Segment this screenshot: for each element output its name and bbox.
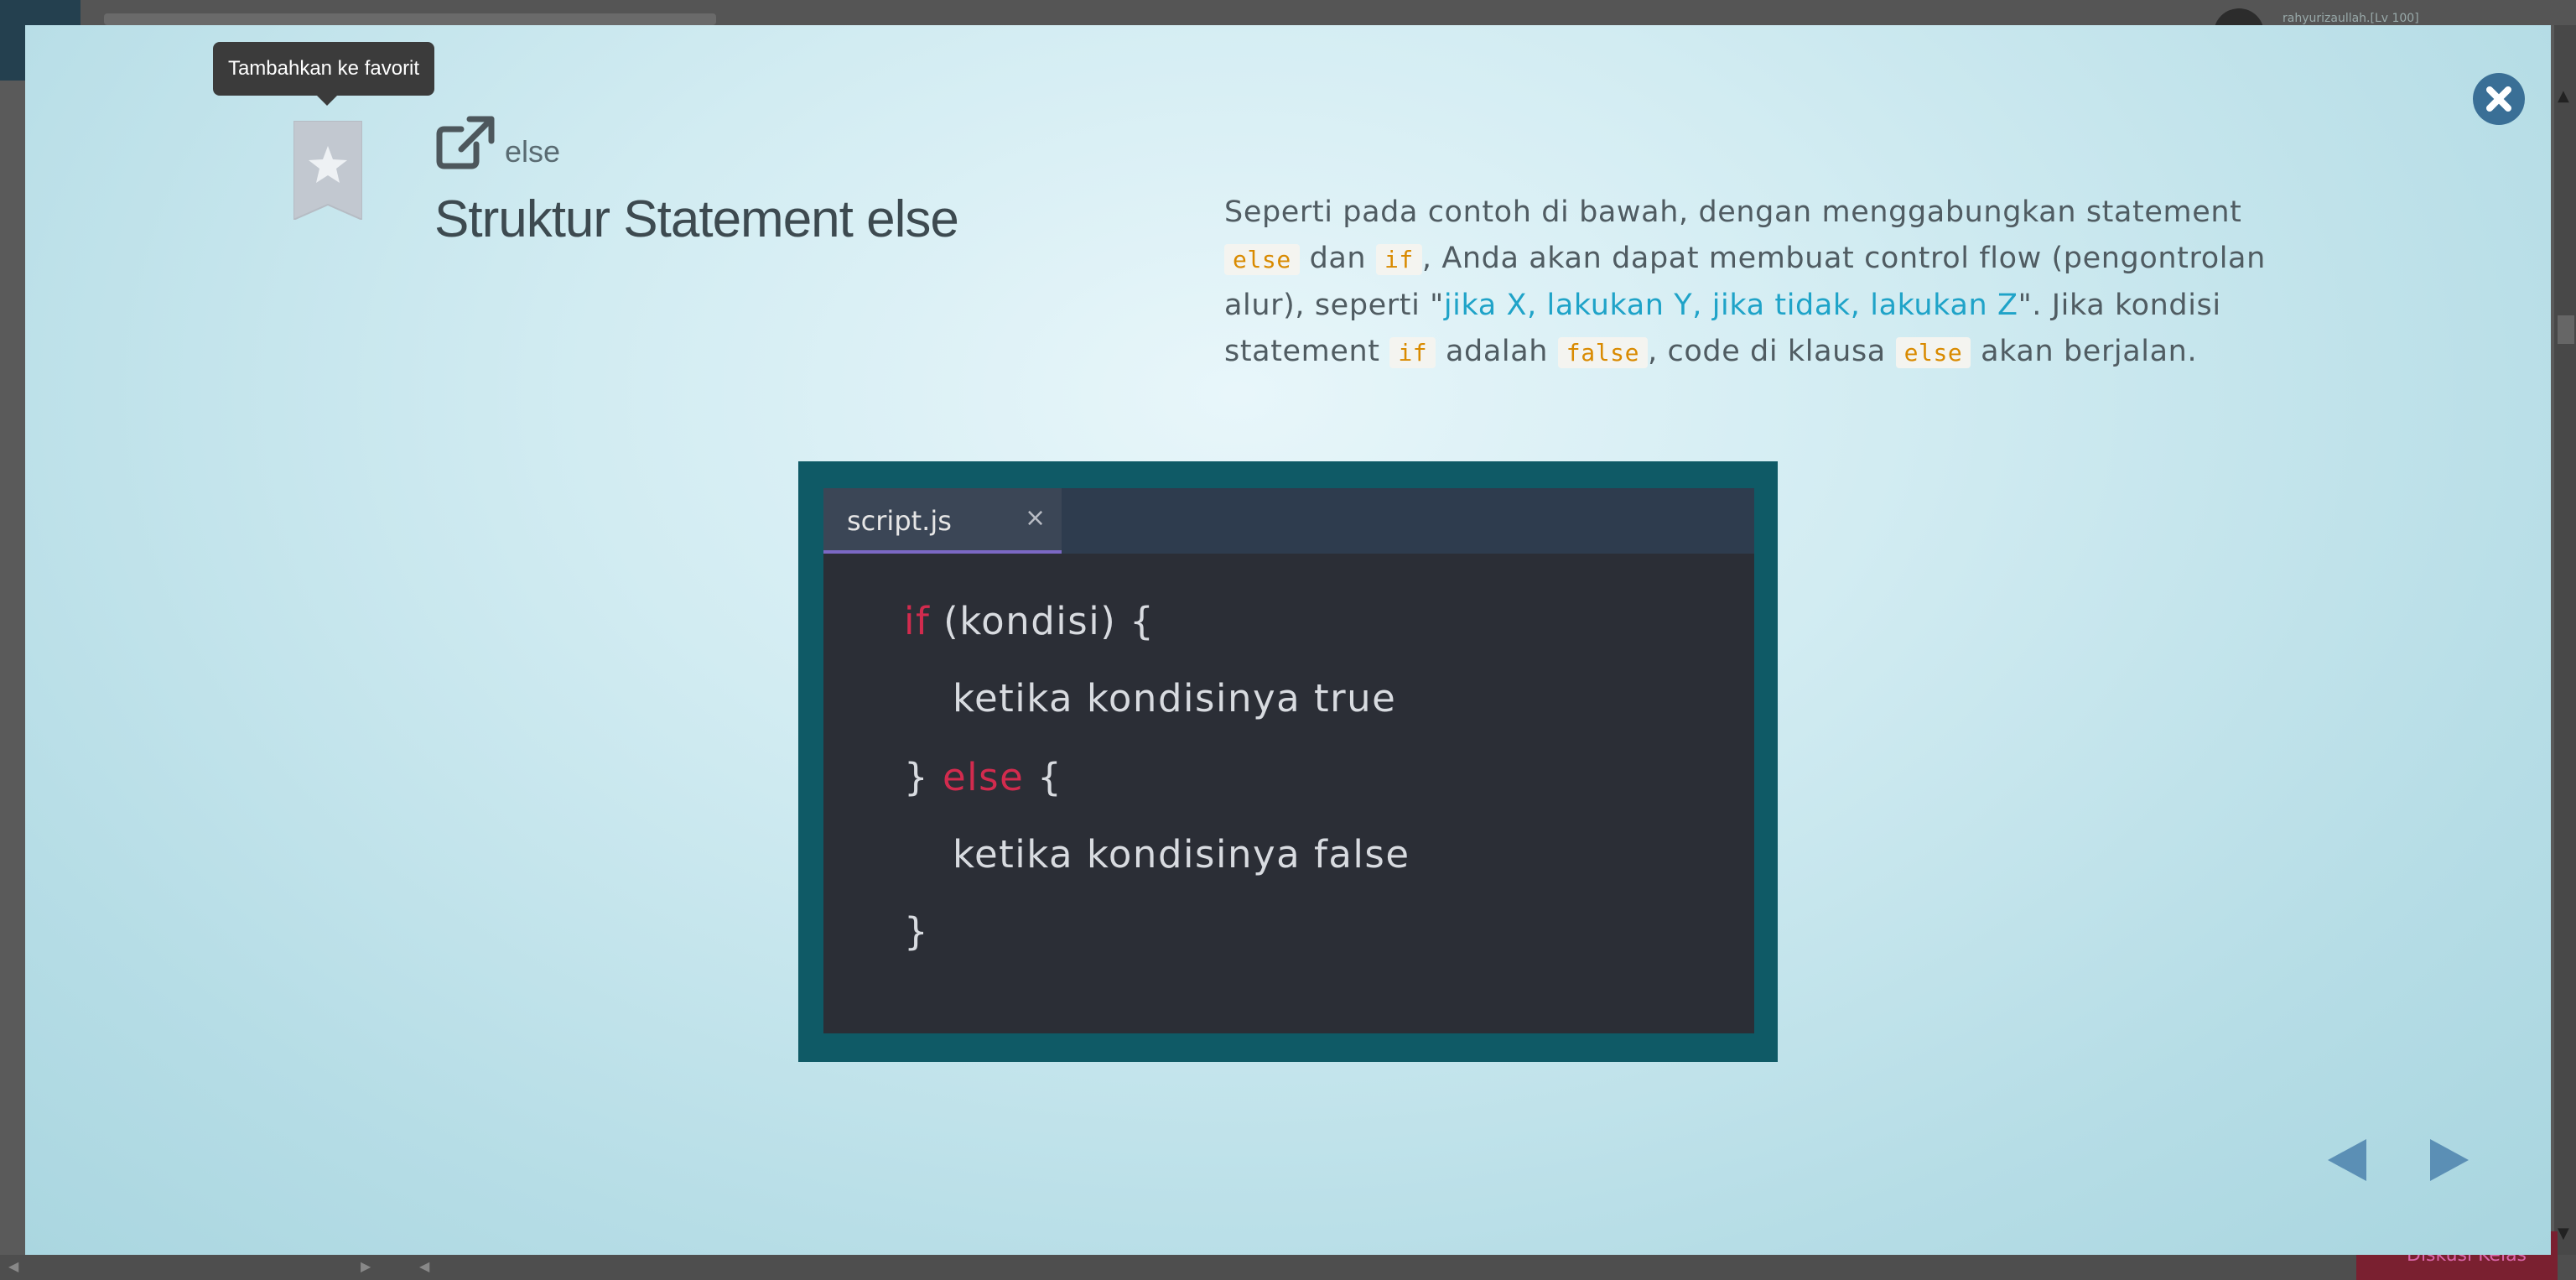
- lesson-title: Struktur Statement else: [434, 190, 959, 248]
- code-line-4: ketika kondisinya false: [953, 832, 1410, 877]
- code-line-2: ketika kondisinya true: [953, 676, 1397, 721]
- star-bookmark-icon[interactable]: [293, 121, 362, 220]
- editor-tab-name: script.js: [847, 505, 952, 537]
- inline-code-else: else: [1224, 244, 1300, 275]
- desc-highlight: jika X, lakukan Y, jika tidak, lakukan Z: [1443, 289, 2018, 322]
- code-illustration: script.js × if (kondisi) { ketika kondis…: [798, 461, 1778, 1062]
- lesson-breadcrumb: else: [505, 134, 561, 169]
- background-bottombar: [0, 1255, 2576, 1280]
- triangle-right-icon[interactable]: [2428, 1137, 2470, 1183]
- code-editor: script.js × if (kondisi) { ketika kondis…: [823, 488, 1754, 1033]
- triangle-left-icon[interactable]: [2326, 1137, 2368, 1183]
- editor-tabbar: script.js ×: [823, 488, 1754, 554]
- desc-text-6: , code di klausa: [1648, 335, 1896, 368]
- code-line-1: if (kondisi) {: [904, 599, 1155, 643]
- scroll-down-icon: ▼: [2558, 1225, 2569, 1242]
- desc-text-2: dan: [1299, 242, 1376, 275]
- background-user-label: rahyurizaullah.[Lv 100]: [2283, 12, 2419, 25]
- desc-text-5: adalah: [1436, 335, 1558, 368]
- external-link-icon[interactable]: [436, 116, 496, 169]
- background-scrollbar-thumb: [2558, 315, 2574, 344]
- code-line-1-rest: (kondisi) {: [930, 599, 1156, 643]
- inline-code-if-2: if: [1389, 337, 1436, 368]
- desc-text-7: akan berjalan.: [1971, 335, 2198, 368]
- code-line-3: } else {: [904, 755, 1062, 799]
- inline-code-else-2: else: [1895, 337, 1971, 368]
- background-search-bar: [104, 13, 716, 25]
- desc-text-1: Seperti pada contoh di bawah, dengan men…: [1224, 195, 2242, 229]
- background-left-icon-2: ◀: [419, 1258, 430, 1274]
- code-line-3-a: }: [904, 755, 943, 799]
- scroll-up-icon: ▲: [2558, 87, 2569, 105]
- code-line-5: }: [904, 909, 930, 954]
- code-line-3-b: {: [1024, 755, 1063, 799]
- background-scrollbar: [2554, 25, 2576, 1255]
- inline-code-if: if: [1375, 244, 1422, 275]
- tab-close-icon: ×: [1025, 503, 1046, 533]
- inline-code-false: false: [1557, 337, 1649, 368]
- background-left-icon: ◀: [8, 1258, 19, 1274]
- close-icon[interactable]: [2472, 72, 2526, 126]
- favorite-tooltip: Tambahkan ke favorit: [213, 42, 434, 106]
- background-right-icon: ▶: [361, 1258, 371, 1274]
- code-area: if (kondisi) { ketika kondisinya true } …: [823, 554, 1754, 1033]
- code-keyword-else: else: [942, 755, 1025, 799]
- lesson-description: Seperti pada contoh di bawah, dengan men…: [1224, 190, 2272, 376]
- code-keyword-if: if: [904, 599, 931, 643]
- lesson-modal: Tambahkan ke favorit else Struktur State…: [25, 25, 2551, 1255]
- editor-tab: script.js ×: [823, 488, 1062, 554]
